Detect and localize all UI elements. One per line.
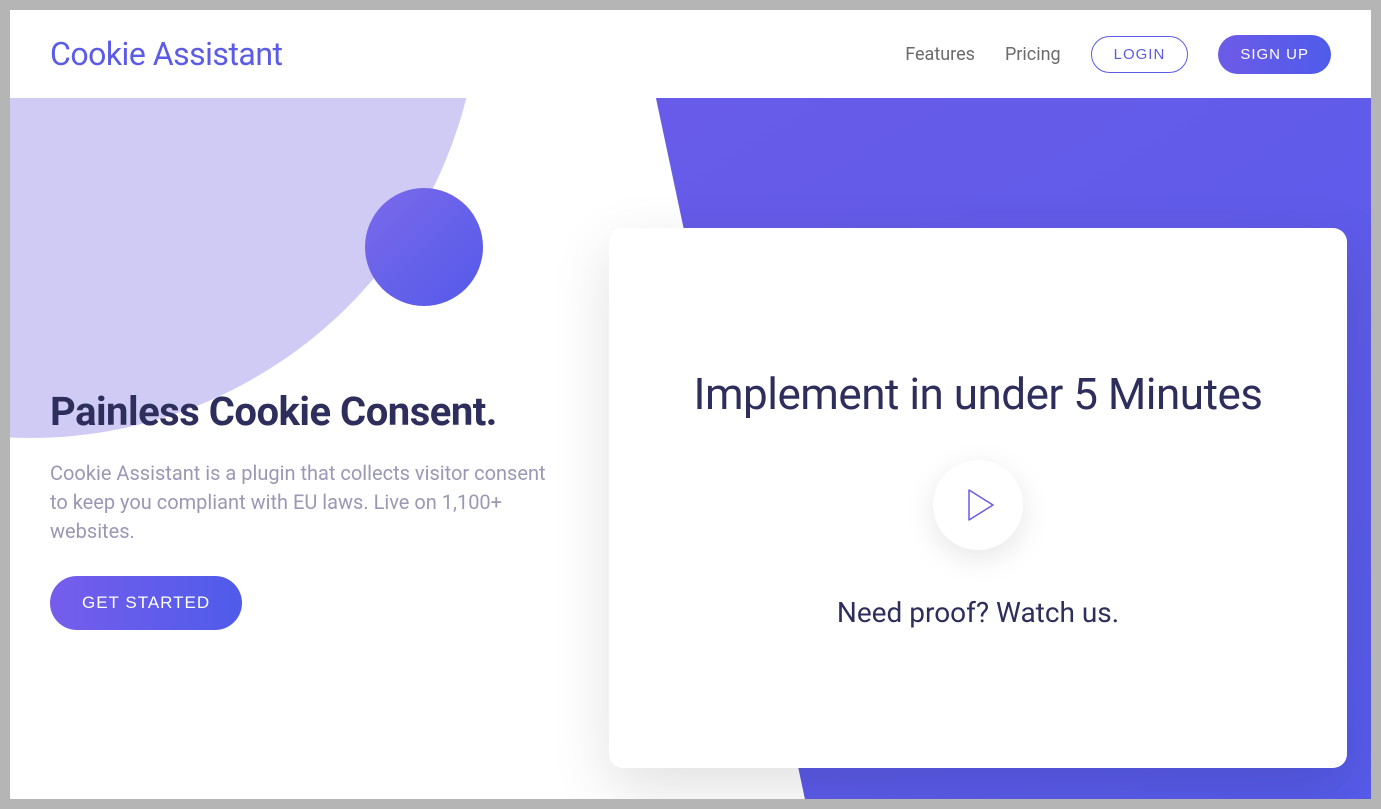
get-started-button[interactable]: GET STARTED bbox=[50, 576, 242, 630]
signup-button[interactable]: SIGN UP bbox=[1218, 35, 1331, 74]
nav-features[interactable]: Features bbox=[905, 44, 975, 65]
decorative-circle-icon bbox=[365, 188, 483, 306]
site-header: Cookie Assistant Features Pricing LOGIN … bbox=[10, 10, 1371, 98]
login-button[interactable]: LOGIN bbox=[1091, 36, 1189, 73]
demo-card-subtitle: Need proof? Watch us. bbox=[837, 596, 1119, 629]
brand-logo[interactable]: Cookie Assistant bbox=[50, 35, 282, 73]
hero-title: Painless Cookie Consent. bbox=[50, 388, 560, 435]
play-button[interactable] bbox=[933, 460, 1023, 550]
hero-content: Painless Cookie Consent. Cookie Assistan… bbox=[50, 388, 560, 630]
demo-card: Implement in under 5 Minutes Need proof?… bbox=[609, 228, 1347, 768]
main-nav: Features Pricing LOGIN SIGN UP bbox=[905, 35, 1331, 74]
demo-card-title: Implement in under 5 Minutes bbox=[694, 368, 1263, 420]
nav-pricing[interactable]: Pricing bbox=[1005, 44, 1061, 65]
hero-section: Painless Cookie Consent. Cookie Assistan… bbox=[10, 98, 1371, 799]
hero-description: Cookie Assistant is a plugin that collec… bbox=[50, 459, 560, 546]
play-icon bbox=[967, 488, 995, 522]
